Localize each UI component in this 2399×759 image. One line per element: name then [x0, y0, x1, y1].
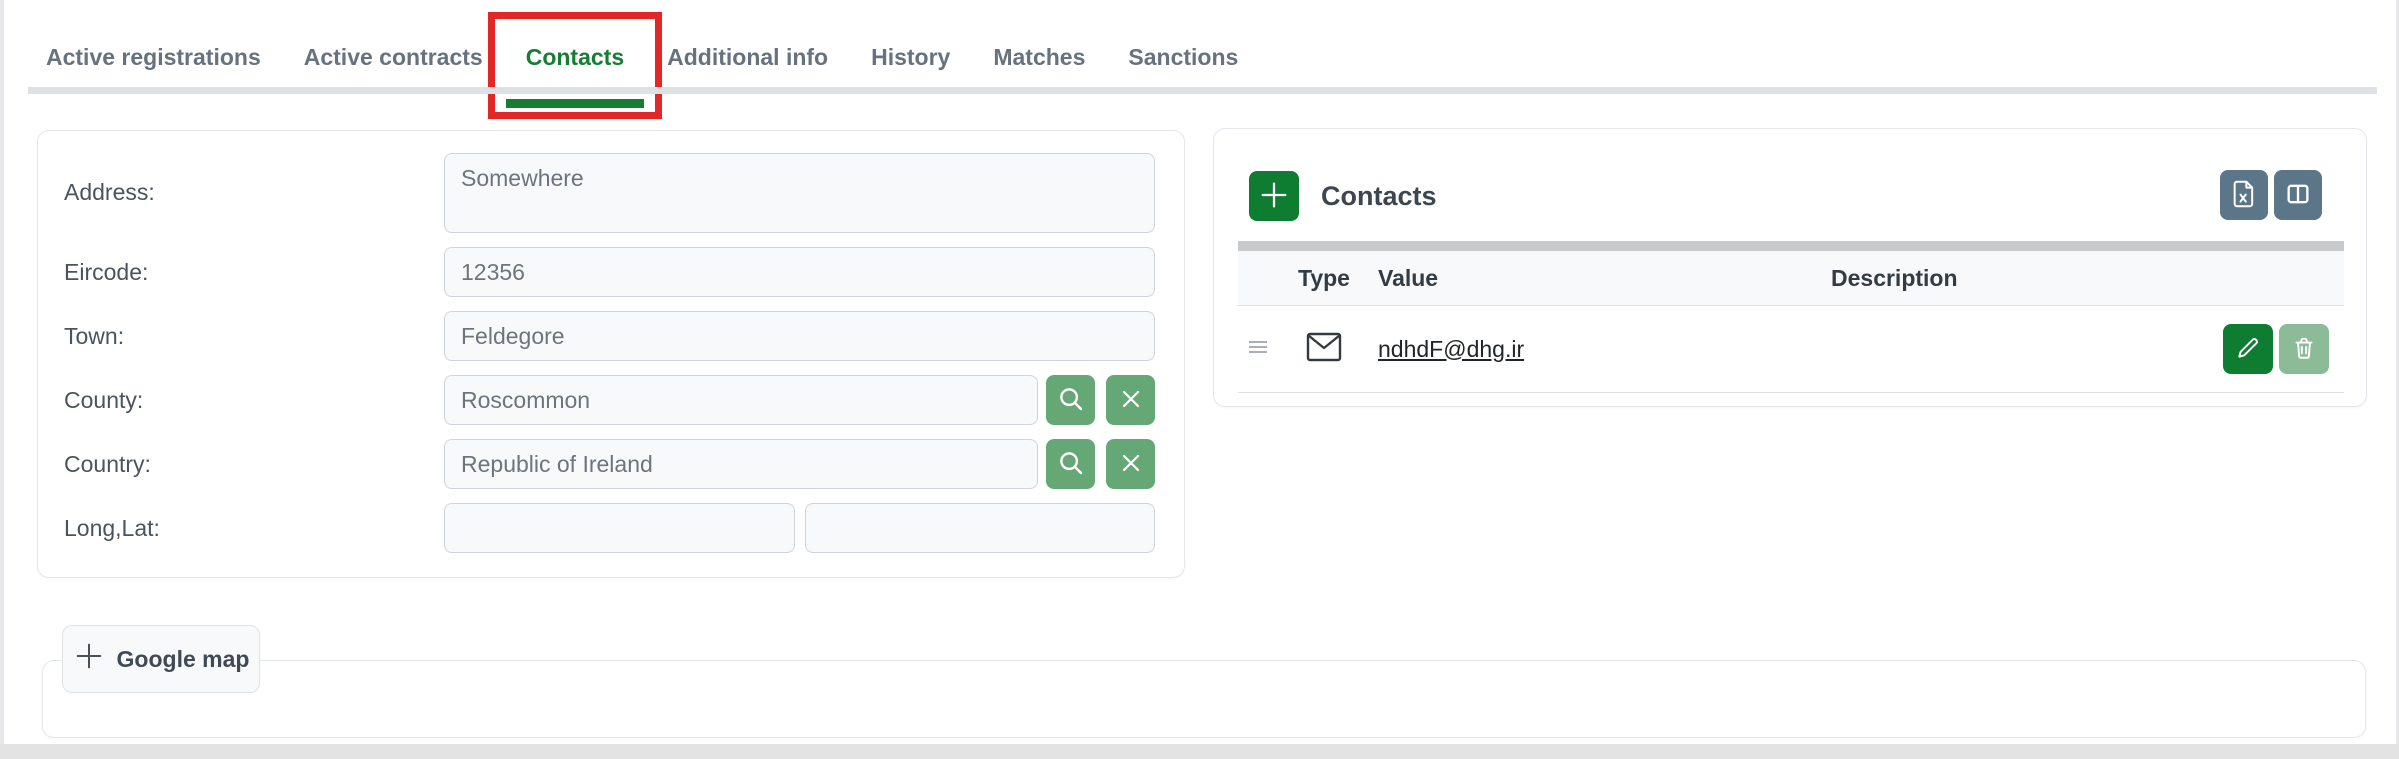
address-label: Address:	[64, 153, 444, 206]
export-excel-button[interactable]	[2220, 170, 2268, 220]
address-panel: Address: Somewhere Eircode: Town: County…	[37, 130, 1185, 578]
edit-contact-button[interactable]	[2223, 324, 2273, 374]
column-header-value: Value	[1378, 265, 1831, 292]
tab-contacts-label: Contacts	[526, 44, 624, 70]
tab-bar: Active registrations Active contracts Co…	[46, 28, 1238, 86]
table-top-bar	[1238, 241, 2344, 251]
eircode-label: Eircode:	[64, 259, 444, 286]
column-header-description: Description	[1831, 265, 2194, 292]
plus-icon	[1257, 178, 1291, 215]
tab-active-contracts[interactable]: Active contracts	[304, 44, 483, 71]
county-lookup-button[interactable]	[1046, 375, 1095, 425]
county-input[interactable]	[444, 375, 1038, 425]
tab-sanctions[interactable]: Sanctions	[1128, 44, 1238, 71]
google-map-button-label: Google map	[117, 646, 250, 673]
contact-value-link[interactable]: ndhdF@dhg.ir	[1378, 336, 1524, 362]
tab-additional-info[interactable]: Additional info	[667, 44, 828, 71]
form-row-county: County:	[64, 375, 1155, 425]
add-contact-button[interactable]	[1249, 171, 1299, 221]
tabbar-divider	[28, 87, 2377, 94]
contacts-toolbar	[2220, 170, 2322, 220]
longitude-input[interactable]	[444, 503, 795, 553]
delete-contact-button[interactable]	[2279, 324, 2329, 374]
column-header-type: Type	[1298, 265, 1378, 292]
plus-icon	[73, 640, 105, 678]
x-icon	[1117, 385, 1145, 416]
excel-file-icon	[2231, 180, 2257, 211]
pencil-icon	[2235, 335, 2261, 364]
form-row-town: Town:	[64, 311, 1155, 361]
search-icon	[1056, 384, 1086, 417]
country-label: Country:	[64, 451, 444, 478]
tab-history[interactable]: History	[871, 44, 950, 71]
columns-icon-button[interactable]	[2274, 170, 2322, 220]
country-clear-button[interactable]	[1106, 439, 1155, 489]
country-input[interactable]	[444, 439, 1038, 489]
contacts-panel: Contacts	[1213, 128, 2367, 407]
county-clear-button[interactable]	[1106, 375, 1155, 425]
tab-matches[interactable]: Matches	[993, 44, 1085, 71]
contacts-table: Type Value Description	[1238, 241, 2344, 393]
active-tab-indicator	[506, 99, 644, 108]
tab-contacts[interactable]: Contacts	[526, 44, 624, 71]
address-input[interactable]: Somewhere	[444, 153, 1155, 233]
x-icon	[1117, 449, 1145, 480]
eircode-input[interactable]	[444, 247, 1155, 297]
table-row: ndhdF@dhg.ir	[1238, 306, 2344, 393]
row-actions	[2194, 324, 2344, 374]
form-row-eircode: Eircode:	[64, 247, 1155, 297]
country-lookup-button[interactable]	[1046, 439, 1095, 489]
latitude-input[interactable]	[805, 503, 1155, 553]
map-placeholder-panel	[42, 660, 2366, 738]
form-row-country: Country:	[64, 439, 1155, 489]
page: Active registrations Active contracts Co…	[0, 0, 2399, 759]
contacts-panel-title: Contacts	[1321, 181, 1437, 212]
tab-active-registrations[interactable]: Active registrations	[46, 44, 261, 71]
page-bottom-edge	[0, 744, 2399, 759]
form-row-address: Address: Somewhere	[64, 153, 1155, 233]
form-row-longlat: Long,Lat:	[64, 503, 1155, 553]
google-map-button[interactable]: Google map	[62, 625, 260, 693]
county-label: County:	[64, 387, 444, 414]
trash-icon	[2291, 335, 2317, 364]
envelope-icon	[1298, 332, 1378, 367]
columns-icon	[2284, 180, 2312, 211]
drag-handle-icon[interactable]	[1238, 339, 1298, 360]
search-icon	[1056, 448, 1086, 481]
page-left-edge	[0, 0, 4, 759]
town-input[interactable]	[444, 311, 1155, 361]
table-header-row: Type Value Description	[1238, 251, 2344, 306]
contacts-header: Contacts	[1249, 171, 1437, 221]
longlat-label: Long,Lat:	[64, 515, 444, 542]
town-label: Town:	[64, 323, 444, 350]
